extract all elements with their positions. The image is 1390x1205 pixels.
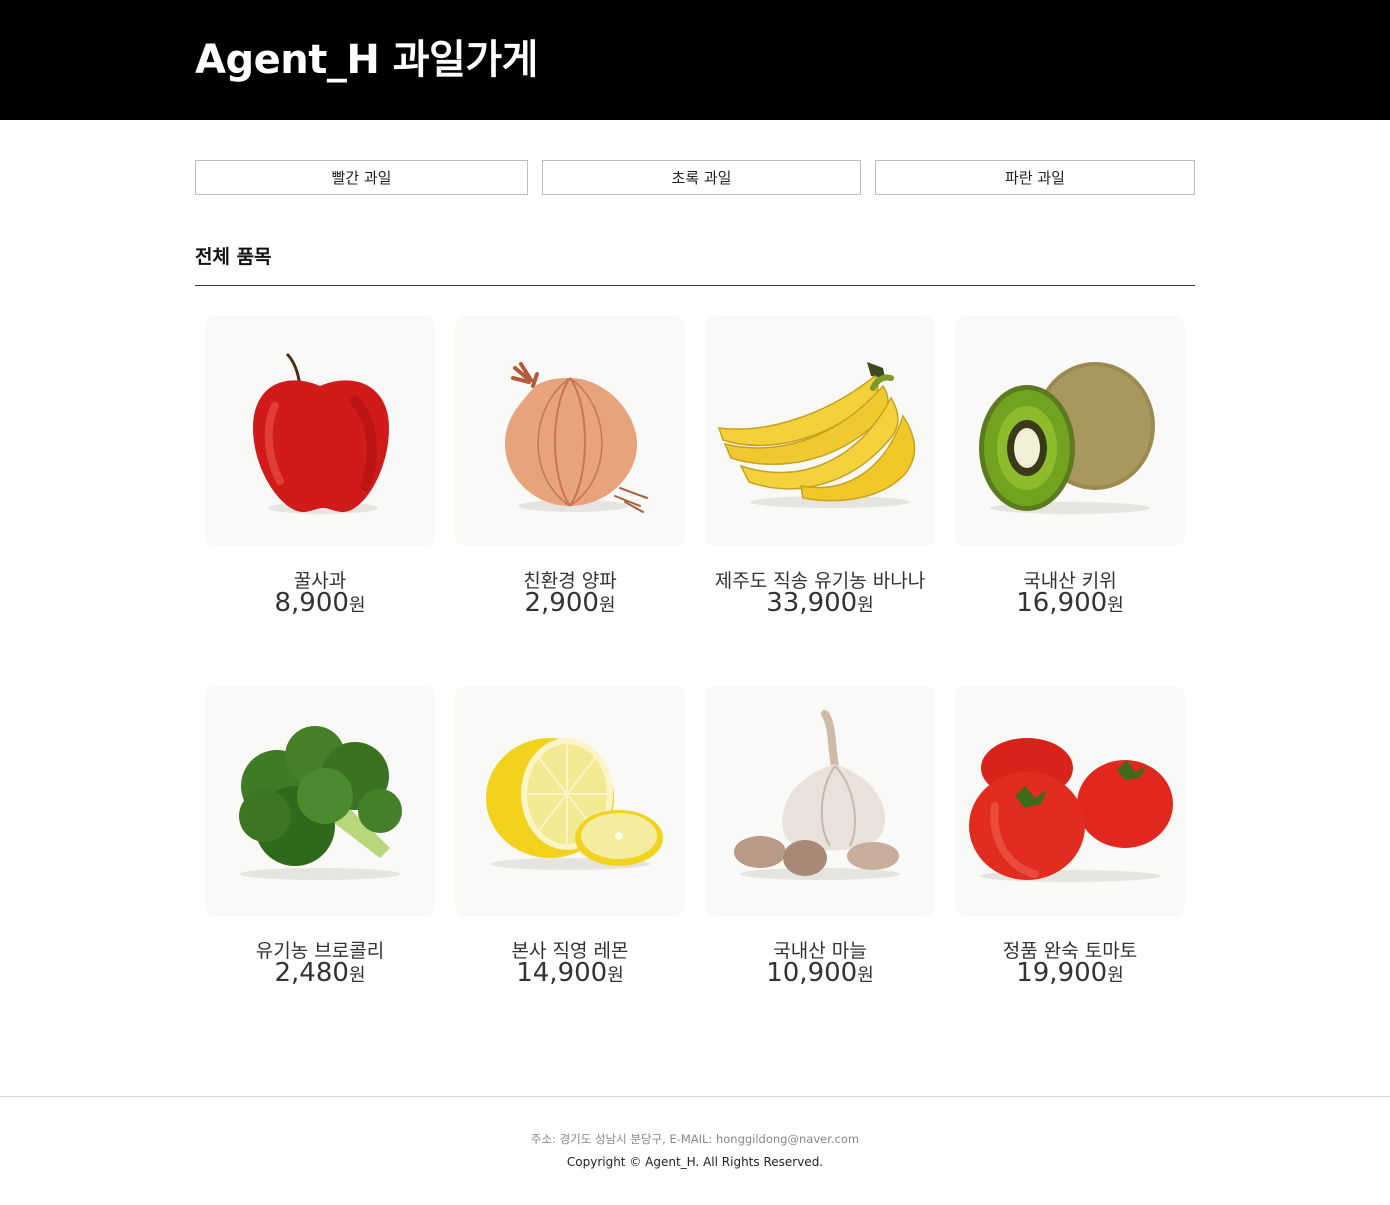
price-value: 14,900 (516, 958, 608, 988)
product-price: 33,900원 (685, 588, 955, 618)
site-title[interactable]: Agent_H 과일가게 (195, 34, 538, 86)
product-price: 10,900원 (685, 958, 955, 988)
product-image-apple[interactable] (205, 316, 435, 546)
category-button-green[interactable]: 초록 과일 (542, 160, 861, 195)
price-unit: 원 (857, 965, 874, 986)
product-image-garlic[interactable] (705, 686, 935, 916)
product-card-onion[interactable]: 친환경 양파 2,900원 (455, 316, 685, 618)
price-value: 10,900 (766, 958, 858, 988)
price-unit: 원 (607, 965, 624, 986)
product-card-lemon[interactable]: 본사 직영 레몬 14,900원 (455, 686, 685, 988)
product-card-tomato[interactable]: 정품 완숙 토마토 19,900원 (955, 686, 1185, 988)
product-card-kiwi[interactable]: 국내산 키위 16,900원 (955, 316, 1185, 618)
price-value: 16,900 (1016, 588, 1108, 618)
site-header: Agent_H 과일가게 (0, 0, 1390, 120)
product-price: 19,900원 (935, 958, 1205, 988)
product-card-garlic[interactable]: 국내산 마늘 10,900원 (705, 686, 935, 988)
price-value: 8,900 (274, 588, 349, 618)
product-card-apple[interactable]: 꿀사과 8,900원 (205, 316, 435, 618)
section-title: 전체 품목 (195, 246, 272, 268)
category-button-blue[interactable]: 파란 과일 (875, 160, 1195, 195)
price-unit: 원 (1107, 965, 1124, 986)
product-card-banana[interactable]: 제주도 직송 유기농 바나나 33,900원 (705, 316, 935, 618)
price-value: 33,900 (766, 588, 858, 618)
product-image-kiwi[interactable] (955, 316, 1185, 546)
product-price: 2,900원 (435, 588, 705, 618)
footer-copyright: Copyright © Agent_H. All Rights Reserved… (566, 1155, 824, 1169)
footer-divider (0, 1096, 1390, 1097)
price-unit: 원 (1107, 595, 1124, 616)
category-button-red[interactable]: 빨간 과일 (195, 160, 528, 195)
product-image-tomato[interactable] (955, 686, 1185, 916)
price-unit: 원 (348, 595, 366, 616)
price-unit: 원 (857, 595, 874, 616)
product-price: 8,900원 (185, 588, 455, 618)
price-unit: 원 (598, 595, 616, 616)
section-divider (195, 285, 1195, 286)
product-price: 16,900원 (935, 588, 1205, 618)
price-value: 2,480 (274, 958, 349, 988)
product-image-onion[interactable] (455, 316, 685, 546)
price-value: 2,900 (524, 588, 599, 618)
product-image-lemon[interactable] (455, 686, 685, 916)
price-unit: 원 (348, 965, 366, 986)
product-image-broccoli[interactable] (205, 686, 435, 916)
product-image-banana[interactable] (705, 316, 935, 546)
product-card-broccoli[interactable]: 유기농 브로콜리 2,480원 (205, 686, 435, 988)
price-value: 19,900 (1016, 958, 1108, 988)
product-price: 14,900원 (435, 958, 705, 988)
product-price: 2,480원 (185, 958, 455, 988)
footer-address: 주소: 경기도 성남시 분당구, E-MAIL: honggildong@nav… (530, 1132, 860, 1146)
